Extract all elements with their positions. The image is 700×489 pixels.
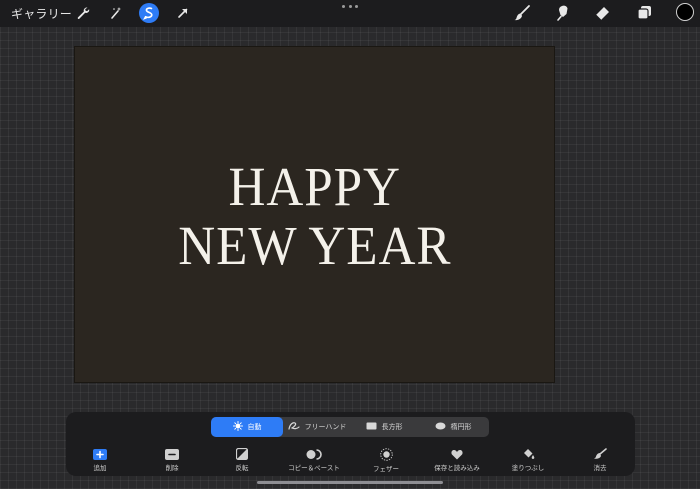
top-toolbar: ギャラリー: [0, 0, 700, 27]
mode-label: 長方形: [381, 424, 403, 431]
action-label: 削除: [165, 465, 179, 472]
add-button[interactable]: 追加: [65, 448, 135, 472]
transform-arrow-icon[interactable]: [173, 3, 193, 23]
invert-button[interactable]: 反転: [207, 448, 277, 472]
mode-auto[interactable]: 自動: [211, 417, 283, 437]
selection-icon[interactable]: [139, 3, 159, 23]
invert-icon: [236, 448, 248, 460]
action-label: 追加: [93, 465, 107, 472]
magic-wand-icon[interactable]: [106, 3, 126, 23]
layers-icon[interactable]: [635, 3, 655, 23]
mode-label: 自動: [247, 424, 262, 431]
heart-icon: [451, 448, 463, 460]
action-label: 消去: [593, 465, 607, 472]
selection-panel: 自動 フリーハンド 長方形 楕円形 追加 削除 反転 コピー＆ペースト フェザー…: [66, 412, 635, 476]
mode-freehand[interactable]: フリーハンド: [283, 417, 351, 437]
action-label: コピー＆ペースト: [288, 465, 340, 472]
save-load-button[interactable]: 保存と読み込み: [422, 448, 492, 472]
eraser-icon[interactable]: [593, 3, 613, 23]
copy-paste-button[interactable]: コピー＆ペースト: [279, 448, 349, 472]
feather-icon: [379, 448, 393, 461]
mode-label: 楕円形: [450, 424, 472, 431]
action-label: 保存と読み込み: [434, 465, 480, 472]
canvas-text-line-1: HAPPY: [228, 156, 401, 218]
rectangle-icon: [366, 422, 377, 432]
action-label: 塗りつぶし: [511, 465, 545, 472]
artwork-canvas[interactable]: HAPPY NEW YEAR: [74, 46, 555, 383]
mode-label: フリーハンド: [304, 424, 347, 431]
home-indicator[interactable]: [257, 481, 443, 484]
canvas-text-line-2: NEW YEAR: [177, 214, 452, 276]
auto-selection-icon: [232, 421, 243, 433]
mode-ellipse[interactable]: 楕円形: [417, 417, 489, 437]
action-label: フェザー: [373, 466, 399, 473]
more-options-icon[interactable]: [342, 1, 358, 11]
remove-icon: [165, 448, 179, 460]
feather-button[interactable]: フェザー: [351, 448, 421, 473]
brush-icon[interactable]: [512, 3, 532, 23]
smudge-icon[interactable]: [553, 3, 573, 23]
current-color-swatch[interactable]: [676, 3, 694, 21]
add-icon: [93, 448, 107, 460]
ellipse-icon: [435, 422, 446, 432]
gallery-button[interactable]: ギャラリー: [11, 5, 72, 22]
mode-rectangle[interactable]: 長方形: [351, 417, 417, 437]
wrench-icon[interactable]: [73, 3, 93, 23]
copy-paste-icon: [306, 448, 322, 460]
fill-icon: [522, 448, 535, 460]
selection-mode-bar: 自動 フリーハンド 長方形 楕円形: [211, 417, 489, 437]
freehand-icon: [287, 421, 300, 433]
fill-button[interactable]: 塗りつぶし: [493, 448, 563, 472]
clear-button[interactable]: 消去: [565, 448, 635, 472]
remove-button[interactable]: 削除: [137, 448, 207, 472]
clear-icon: [593, 448, 607, 460]
action-label: 反転: [235, 465, 249, 472]
